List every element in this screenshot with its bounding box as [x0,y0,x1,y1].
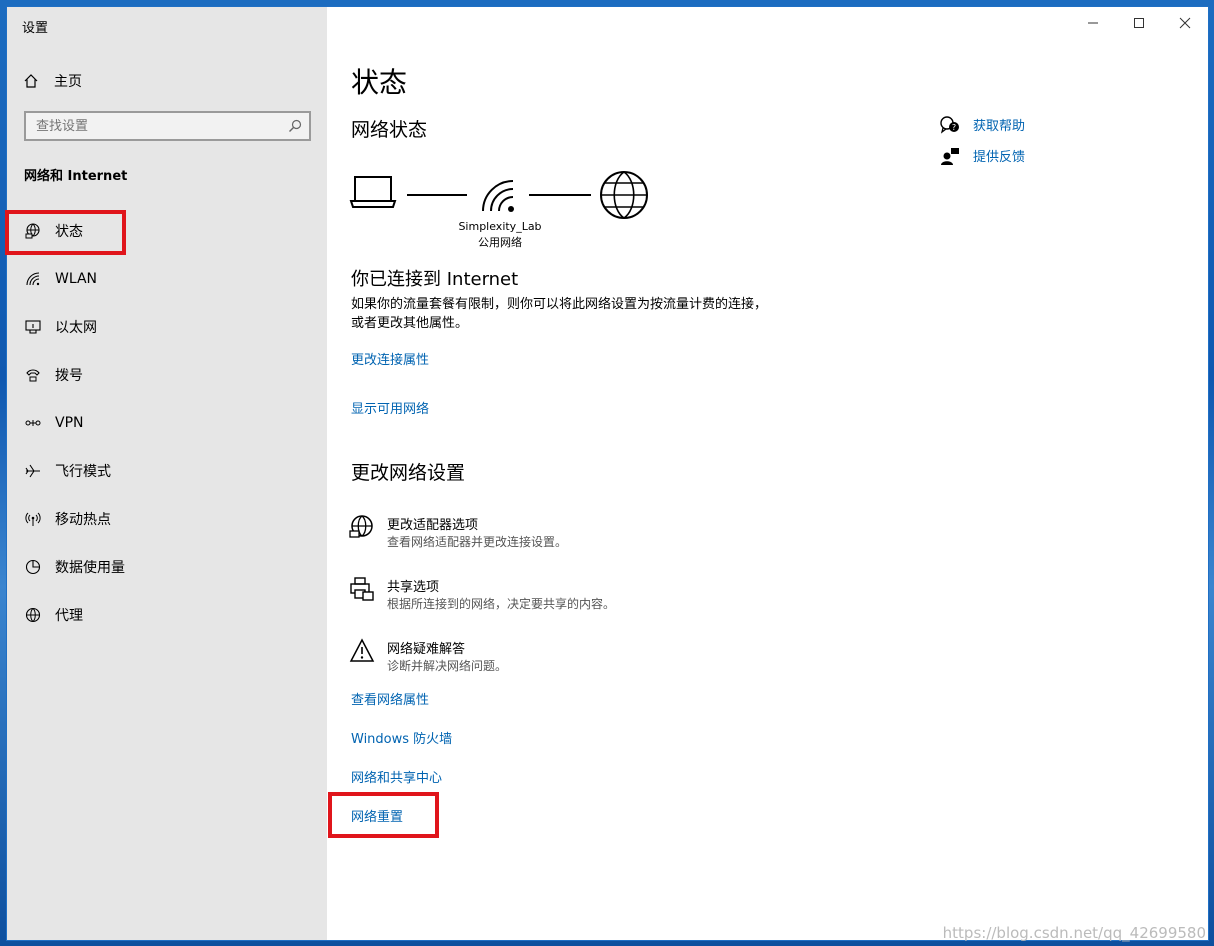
highlight-box-status [5,210,126,255]
dialup-icon [24,366,42,384]
network-type: 公用网络 [478,236,522,249]
network-name: Simplexity_Lab [458,220,542,233]
sidebar-item-label: 以太网 [55,320,97,336]
sidebar-item-wlan[interactable]: WLAN [7,255,327,303]
help-chat-icon: ? [939,114,961,136]
sidebar-item-label: 飞行模式 [55,464,111,480]
home-nav-item[interactable]: 主页 [22,69,82,93]
warning-icon [349,638,375,662]
sidebar-item-data-usage[interactable]: 数据使用量 [7,543,327,591]
home-icon [22,72,40,90]
change-settings-heading: 更改网络设置 [351,462,466,484]
search-box[interactable] [24,111,311,141]
adapter-globe-icon [349,515,373,538]
feedback-person-icon [939,145,961,167]
highlight-box-network-reset [328,792,439,838]
vpn-icon [24,414,42,432]
main-content: 状态 网络状态 Simplexity_Lab 公用网络 你已连接到 Intern… [327,7,1208,940]
get-help-link[interactable]: ? 获取帮助 [939,109,1025,140]
get-help-label: 获取帮助 [973,119,1026,134]
section-title: 网络和 Internet [24,169,128,184]
show-available-networks-link[interactable]: 显示可用网络 [351,398,429,417]
sidebar-item-label: VPN [55,415,84,431]
sidebar-item-airplane[interactable]: 飞行模式 [7,447,327,495]
printer-share-icon [350,577,374,601]
sidebar: 设置 主页 网络和 Internet 状态 [5,7,327,940]
option-title: 共享选项 [387,580,440,595]
page-title: 状态 [351,66,408,99]
home-label: 主页 [54,74,82,90]
laptop-icon [349,176,397,208]
watermark: https://blog.csdn.net/qq_42699580 [942,924,1206,942]
minimize-button[interactable] [1070,7,1116,39]
settings-window: 设置 主页 网络和 Internet 状态 [5,6,1209,941]
feedback-link[interactable]: 提供反馈 [939,140,1025,171]
network-label: Simplexity_Lab 公用网络 [445,219,555,251]
window-controls [1070,7,1208,39]
sidebar-item-dialup[interactable]: 拨号 [7,351,327,399]
option-description: 诊断并解决网络问题。 [387,659,508,673]
sidebar-item-vpn[interactable]: VPN [7,399,327,447]
connected-heading: 你已连接到 Internet [351,269,519,290]
sidebar-item-hotspot[interactable]: 移动热点 [7,495,327,543]
search-input[interactable] [26,118,281,134]
windows-firewall-link[interactable]: Windows 防火墙 [351,728,452,747]
proxy-globe-icon [24,606,42,624]
hotspot-icon [24,510,42,528]
network-status-heading: 网络状态 [351,119,428,141]
maximize-button[interactable] [1116,7,1162,39]
wifi-signal-icon [482,180,514,212]
ethernet-icon [24,318,42,336]
airplane-icon [24,462,42,480]
wifi-icon [24,270,42,288]
sidebar-item-proxy[interactable]: 代理 [7,591,327,639]
data-usage-icon [24,558,42,576]
internet-globe-icon [600,171,648,219]
sidebar-item-label: 代理 [55,608,83,624]
option-title: 更改适配器选项 [387,518,479,533]
sidebar-item-label: 移动热点 [55,512,111,528]
feedback-label: 提供反馈 [973,150,1026,165]
search-icon[interactable] [281,112,309,140]
network-sharing-center-link[interactable]: 网络和共享中心 [351,767,442,786]
help-panel: ? 获取帮助 提供反馈 [939,109,1025,171]
option-title: 网络疑难解答 [387,642,466,657]
change-connection-properties-link[interactable]: 更改连接属性 [351,349,429,368]
close-button[interactable] [1162,7,1208,39]
svg-text:?: ? [952,123,956,132]
sidebar-nav: 状态 WLAN 以太网 拨号 VPN 飞行模式 移动热点 数据使用量 代理 [7,207,327,639]
sidebar-item-label: 数据使用量 [55,560,125,576]
sidebar-item-label: WLAN [55,271,98,287]
sidebar-item-label: 拨号 [55,368,83,384]
option-description: 根据所连接到的网络，决定要共享的内容。 [387,597,616,611]
sidebar-item-ethernet[interactable]: 以太网 [7,303,327,351]
app-title: 设置 [22,21,49,36]
option-description: 查看网络适配器并更改连接设置。 [387,535,568,549]
connected-description: 如果你的流量套餐有限制，则你可以将此网络设置为按流量计费的连接，或者更改其他属性… [351,297,768,331]
view-network-properties-link[interactable]: 查看网络属性 [351,689,429,708]
